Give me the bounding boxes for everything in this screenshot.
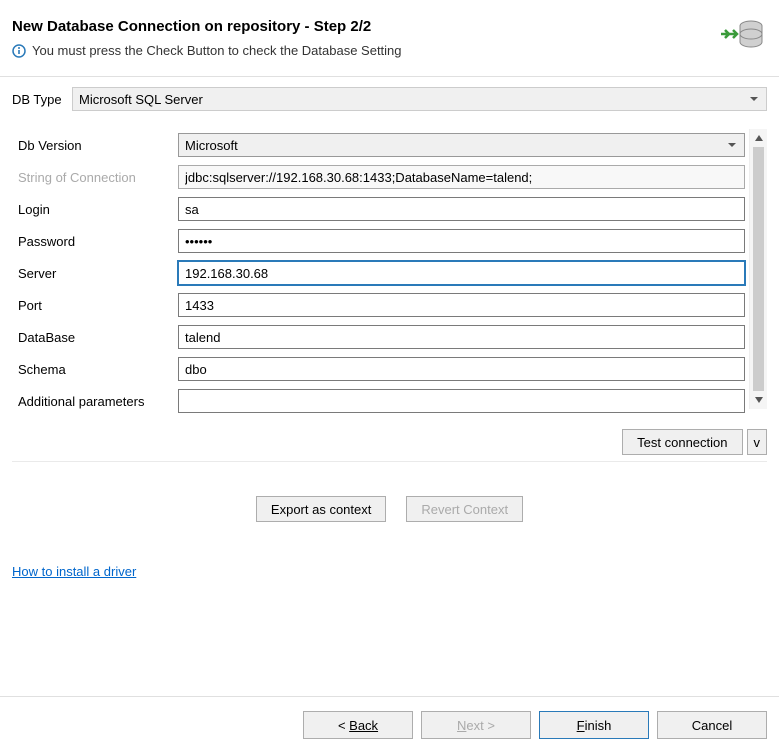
db-version-value: Microsoft [185, 138, 238, 153]
connection-string-input [178, 165, 745, 189]
scrollbar-up-icon[interactable] [750, 129, 768, 147]
form-area: Db Version Microsoft String of Connectio… [0, 121, 779, 421]
scrollbar-thumb[interactable] [753, 147, 764, 391]
schema-label: Schema [18, 362, 178, 377]
additional-parameters-input[interactable] [178, 389, 745, 413]
connection-string-row: String of Connection [18, 165, 745, 189]
finish-button[interactable]: Finish [539, 711, 649, 739]
test-connection-row: Test connection v [0, 421, 779, 461]
export-as-context-button[interactable]: Export as context [256, 496, 386, 522]
wizard-title: New Database Connection on repository - … [12, 18, 767, 35]
back-button[interactable]: < Back [303, 711, 413, 739]
database-input[interactable] [178, 325, 745, 349]
back-button-label: Back [349, 718, 378, 733]
login-label: Login [18, 202, 178, 217]
context-buttons-row: Export as context Revert Context [0, 462, 779, 546]
wizard-info-text: You must press the Check Button to check… [32, 43, 402, 58]
login-row: Login [18, 197, 745, 221]
port-input[interactable] [178, 293, 745, 317]
db-type-row: DB Type Microsoft SQL Server [0, 77, 779, 121]
server-input[interactable] [178, 261, 745, 285]
scrollbar-down-icon[interactable] [750, 391, 768, 409]
schema-row: Schema [18, 357, 745, 381]
form-content: Db Version Microsoft String of Connectio… [12, 121, 749, 421]
server-label: Server [18, 266, 178, 281]
additional-parameters-label: Additional parameters [18, 394, 178, 409]
port-label: Port [18, 298, 178, 313]
form-scrollbar[interactable] [749, 129, 767, 409]
test-connection-dropdown-button[interactable]: v [747, 429, 768, 455]
database-row: DataBase [18, 325, 745, 349]
info-icon [12, 44, 26, 58]
test-connection-button[interactable]: Test connection [622, 429, 742, 455]
schema-input[interactable] [178, 357, 745, 381]
database-wizard-icon [719, 16, 765, 52]
install-driver-link[interactable]: How to install a driver [12, 564, 136, 579]
connection-string-label: String of Connection [18, 170, 178, 185]
db-type-select[interactable]: Microsoft SQL Server [72, 87, 767, 111]
login-input[interactable] [178, 197, 745, 221]
driver-link-row: How to install a driver [0, 546, 779, 579]
revert-context-button: Revert Context [406, 496, 523, 522]
database-label: DataBase [18, 330, 178, 345]
db-version-row: Db Version Microsoft [18, 133, 745, 157]
password-label: Password [18, 234, 178, 249]
password-row: Password [18, 229, 745, 253]
cancel-button[interactable]: Cancel [657, 711, 767, 739]
port-row: Port [18, 293, 745, 317]
password-input[interactable] [178, 229, 745, 253]
wizard-header: New Database Connection on repository - … [0, 0, 779, 68]
wizard-footer: < Back Next > Finish Cancel [0, 696, 779, 753]
db-type-value: Microsoft SQL Server [79, 92, 203, 107]
wizard-info-row: You must press the Check Button to check… [12, 43, 767, 58]
next-button: Next > [421, 711, 531, 739]
db-version-label: Db Version [18, 138, 178, 153]
additional-parameters-row: Additional parameters [18, 389, 745, 413]
db-type-label: DB Type [12, 92, 66, 107]
server-row: Server [18, 261, 745, 285]
db-version-select[interactable]: Microsoft [178, 133, 745, 157]
